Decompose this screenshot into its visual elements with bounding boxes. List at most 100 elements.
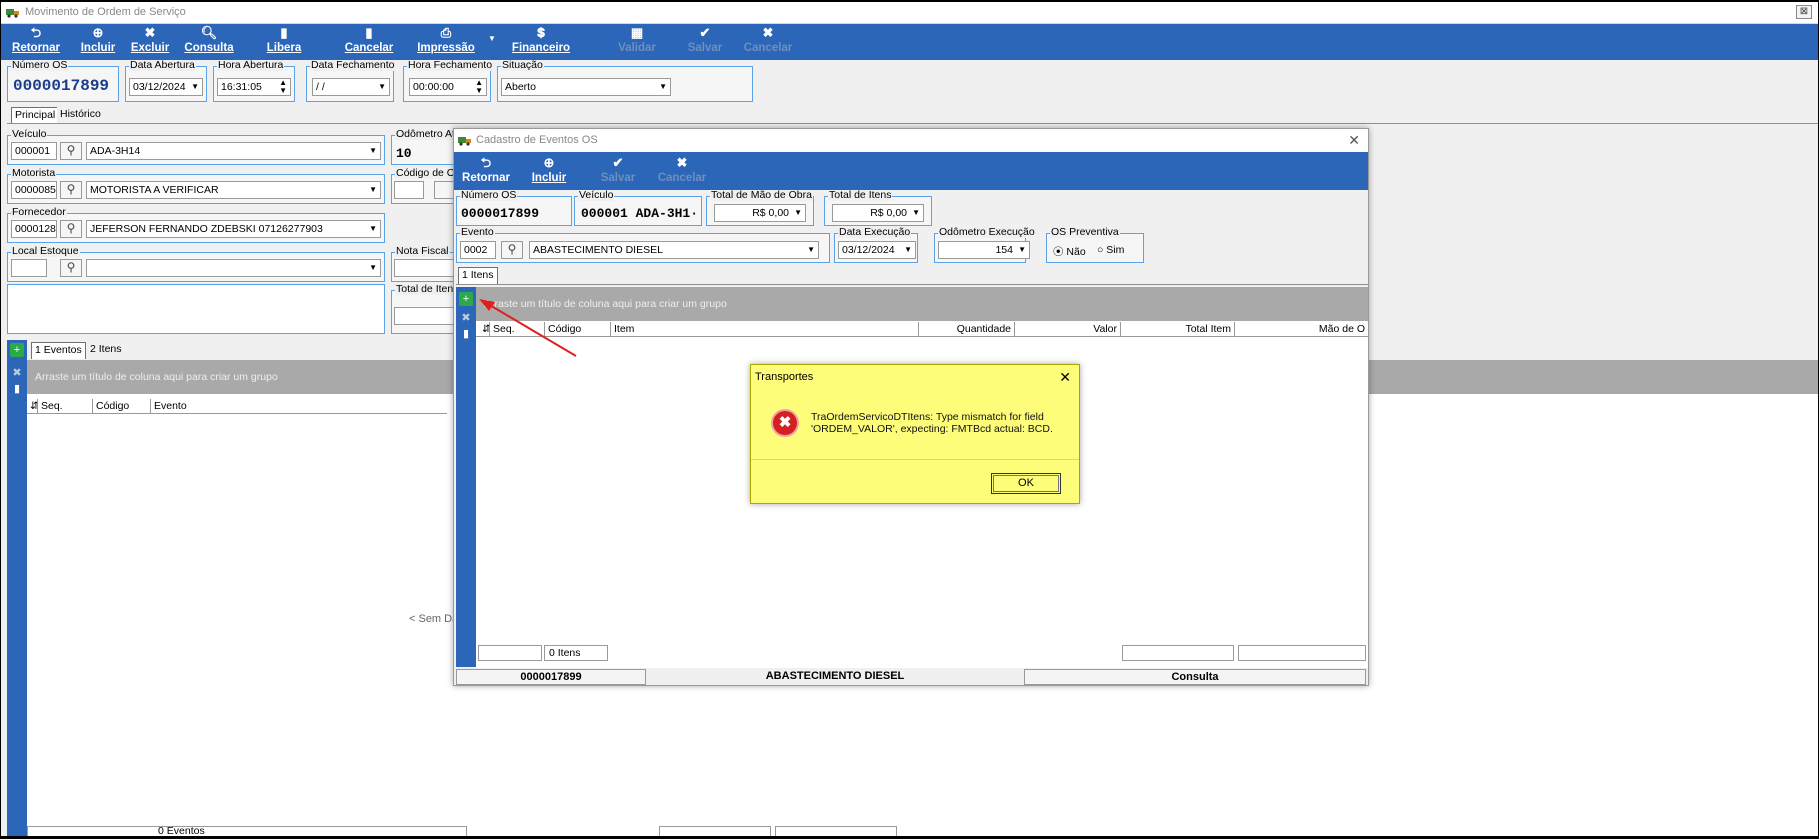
dialog-evento-select[interactable]: ABASTECIMENTO DIESEL ▼ — [529, 241, 819, 259]
delete-item-icon[interactable]: ✖ — [459, 311, 473, 325]
motorista-code-field[interactable]: 0000085 — [11, 181, 57, 199]
chevron-down-icon: ▼ — [1018, 245, 1026, 254]
toolbar-excluir-button[interactable]: ✖ Excluir — [129, 24, 171, 54]
dialog-salvar-button[interactable]: ✔ Salvar — [596, 154, 640, 184]
dialog-data-execucao-field[interactable]: 03/12/2024 ▼ — [838, 241, 916, 259]
nota-fiscal-field[interactable] — [394, 259, 454, 277]
dialog-group-panel: Arraste um título de coluna aqui para cr… — [476, 287, 1368, 321]
main-close-button[interactable]: ⊠ — [1796, 5, 1812, 19]
chevron-down-icon: ▼ — [369, 185, 377, 194]
toolbar-salvar-button[interactable]: ✔ Salvar — [683, 24, 727, 54]
main-grid-header: ⇵ Seq. Código Evento — [27, 399, 447, 414]
alert-message: TraOrdemServicoDTItens: Type mismatch fo… — [811, 411, 1053, 435]
main-tabs: Principal Histórico — [7, 107, 207, 124]
toolbar-retornar-button[interactable]: ⮌ Retornar — [9, 24, 63, 54]
dialog-total-itens-group: Total de Itens R$ 0,00 ▼ — [824, 190, 932, 226]
tab-historico[interactable]: Histórico — [57, 107, 104, 124]
column-header-total-item[interactable]: Total Item — [1120, 322, 1234, 336]
column-header-codigo[interactable]: Código — [92, 399, 150, 413]
data-fechamento-label: Data Fechamento — [310, 59, 396, 71]
dialog-total-itens-label: Total de Itens — [828, 189, 893, 201]
dialog-os-preventiva-group: OS Preventiva ⦿ Não ○ Sim — [1046, 227, 1144, 263]
dialog-incluir-button[interactable]: ⊕ Incluir — [528, 154, 570, 184]
radio-nao[interactable]: ⦿ Não — [1053, 244, 1086, 259]
dialog-evento-code-field[interactable]: 0002 — [460, 241, 496, 259]
return-icon: ⮌ — [30, 25, 42, 40]
veiculo-lookup-button[interactable]: ⚲ — [60, 142, 82, 160]
dialog-title-bar: Cadastro de Eventos OS ✕ — [454, 129, 1368, 152]
toolbar-financeiro-button[interactable]: 💲︎ Financeiro — [511, 24, 571, 54]
local-estoque-select[interactable]: ▼ — [86, 259, 381, 277]
magnifier-icon: ⚲ — [507, 242, 517, 256]
toolbar-incluir-button[interactable]: ⊕ Incluir — [77, 24, 119, 54]
motorista-label: Motorista — [11, 167, 57, 179]
fornecedor-select[interactable]: JEFERSON FERNANDO ZDEBSKI 07126277903 ▼ — [86, 220, 381, 238]
toolbar-impressao-button[interactable]: ⎙ Impressão — [413, 24, 479, 54]
radio-sim[interactable]: ○ Sim — [1097, 244, 1124, 256]
column-header-quantidade[interactable]: Quantidade — [918, 322, 1014, 336]
column-header-seq[interactable]: Seq. — [37, 399, 92, 413]
column-header-item[interactable]: Item — [610, 322, 918, 336]
hora-abertura-field[interactable]: 16:31:05 ▲ ▼ — [217, 78, 291, 96]
main-title-bar: Movimento de Ordem de Serviço ⊠ — [1, 2, 1818, 24]
alert-close-button[interactable]: ✕ — [1059, 369, 1071, 386]
toolbar-validar-button[interactable]: ▦ Validar — [615, 24, 659, 54]
toolbar-cancelar-button[interactable]: ▮ Cancelar — [341, 24, 397, 54]
delete-row-icon[interactable]: ✖ — [10, 366, 24, 380]
observacao-box[interactable] — [7, 284, 385, 334]
dialog-retornar-button[interactable]: ⮌ Retornar — [460, 154, 512, 184]
column-header-codigo[interactable]: Código — [544, 322, 610, 336]
dialog-total-itens-field[interactable]: R$ 0,00 ▼ — [832, 204, 924, 222]
toolbar-consulta-button[interactable]: 🔍︎ Consulta — [182, 24, 236, 54]
impressao-dropdown-arrow[interactable]: ▼ — [487, 34, 497, 43]
tab-principal[interactable]: Principal — [11, 107, 60, 124]
chevron-down-icon: ▼ — [369, 146, 377, 155]
column-header-marker: ⇵ — [30, 400, 37, 412]
codigo-op-field[interactable] — [394, 181, 424, 199]
tab-eventos[interactable]: 1 Eventos — [31, 342, 86, 359]
veiculo-select[interactable]: ADA-3H14 ▼ — [86, 142, 381, 160]
column-header-evento[interactable]: Evento — [150, 399, 447, 413]
dialog-odometro-execucao-field[interactable]: 154 ▼ — [938, 241, 1030, 259]
veiculo-code-field[interactable]: 000001 — [11, 142, 57, 160]
main-status-mid — [659, 826, 771, 836]
tab-dialog-itens[interactable]: 1 Itens — [458, 267, 498, 284]
hora-fechamento-field[interactable]: 00:00:00 ▲ ▼ — [409, 78, 487, 96]
document-icon[interactable]: ▮ — [459, 327, 473, 341]
motorista-lookup-button[interactable]: ⚲ — [60, 181, 82, 199]
add-item-icon[interactable]: + — [459, 292, 473, 306]
column-header-marker: ⇵ — [482, 323, 489, 335]
hora-abertura-group: Hora Abertura 16:31:05 ▲ ▼ — [213, 60, 295, 102]
data-abertura-label: Data Abertura — [129, 59, 196, 71]
situacao-select[interactable]: Aberto ▼ — [501, 78, 671, 96]
add-row-icon[interactable]: + — [10, 343, 24, 357]
data-abertura-field[interactable]: 03/12/2024 ▼ — [129, 78, 203, 96]
tab-itens[interactable]: 2 Itens — [87, 342, 125, 359]
column-header-valor[interactable]: Valor — [1014, 322, 1120, 336]
radio-selected-icon: ⦿ — [1053, 246, 1064, 258]
toolbar-cancelar2-button[interactable]: ✖ Cancelar — [743, 24, 793, 54]
data-fechamento-group: Data Fechamento / / ▼ — [306, 60, 396, 102]
chevron-down-icon: ▼ — [369, 224, 377, 233]
fornecedor-lookup-button[interactable]: ⚲ — [60, 220, 82, 238]
return-icon: ⮌ — [480, 155, 492, 170]
document-icon[interactable]: ▮ — [10, 382, 24, 396]
dialog-status-left — [478, 645, 542, 661]
local-estoque-label: Local Estoque — [11, 245, 80, 257]
local-estoque-code-field[interactable] — [11, 259, 47, 277]
fornecedor-code-field[interactable]: 0000128 — [11, 220, 57, 238]
toolbar-libera-button[interactable]: ▮ Libera — [263, 24, 305, 54]
data-fechamento-field[interactable]: / / ▼ — [312, 78, 390, 96]
check-icon: ✔ — [699, 25, 711, 40]
motorista-select[interactable]: MOTORISTA A VERIFICAR ▼ — [86, 181, 381, 199]
dialog-total-mao-obra-field[interactable]: R$ 0,00 ▼ — [714, 204, 806, 222]
chevron-down-icon: ▼ — [912, 208, 920, 217]
alert-ok-button[interactable]: OK — [991, 473, 1061, 494]
column-header-mao-de-obra[interactable]: Mão de O — [1234, 322, 1368, 336]
numero-os-value: 0000017899 — [13, 77, 110, 95]
dialog-cancelar-button[interactable]: ✖ Cancelar — [654, 154, 710, 184]
local-estoque-lookup-button[interactable]: ⚲ — [60, 259, 82, 277]
dialog-close-button[interactable]: ✕ — [1348, 132, 1360, 149]
dialog-evento-lookup-button[interactable]: ⚲ — [501, 241, 523, 259]
column-header-seq[interactable]: Seq. — [489, 322, 544, 336]
